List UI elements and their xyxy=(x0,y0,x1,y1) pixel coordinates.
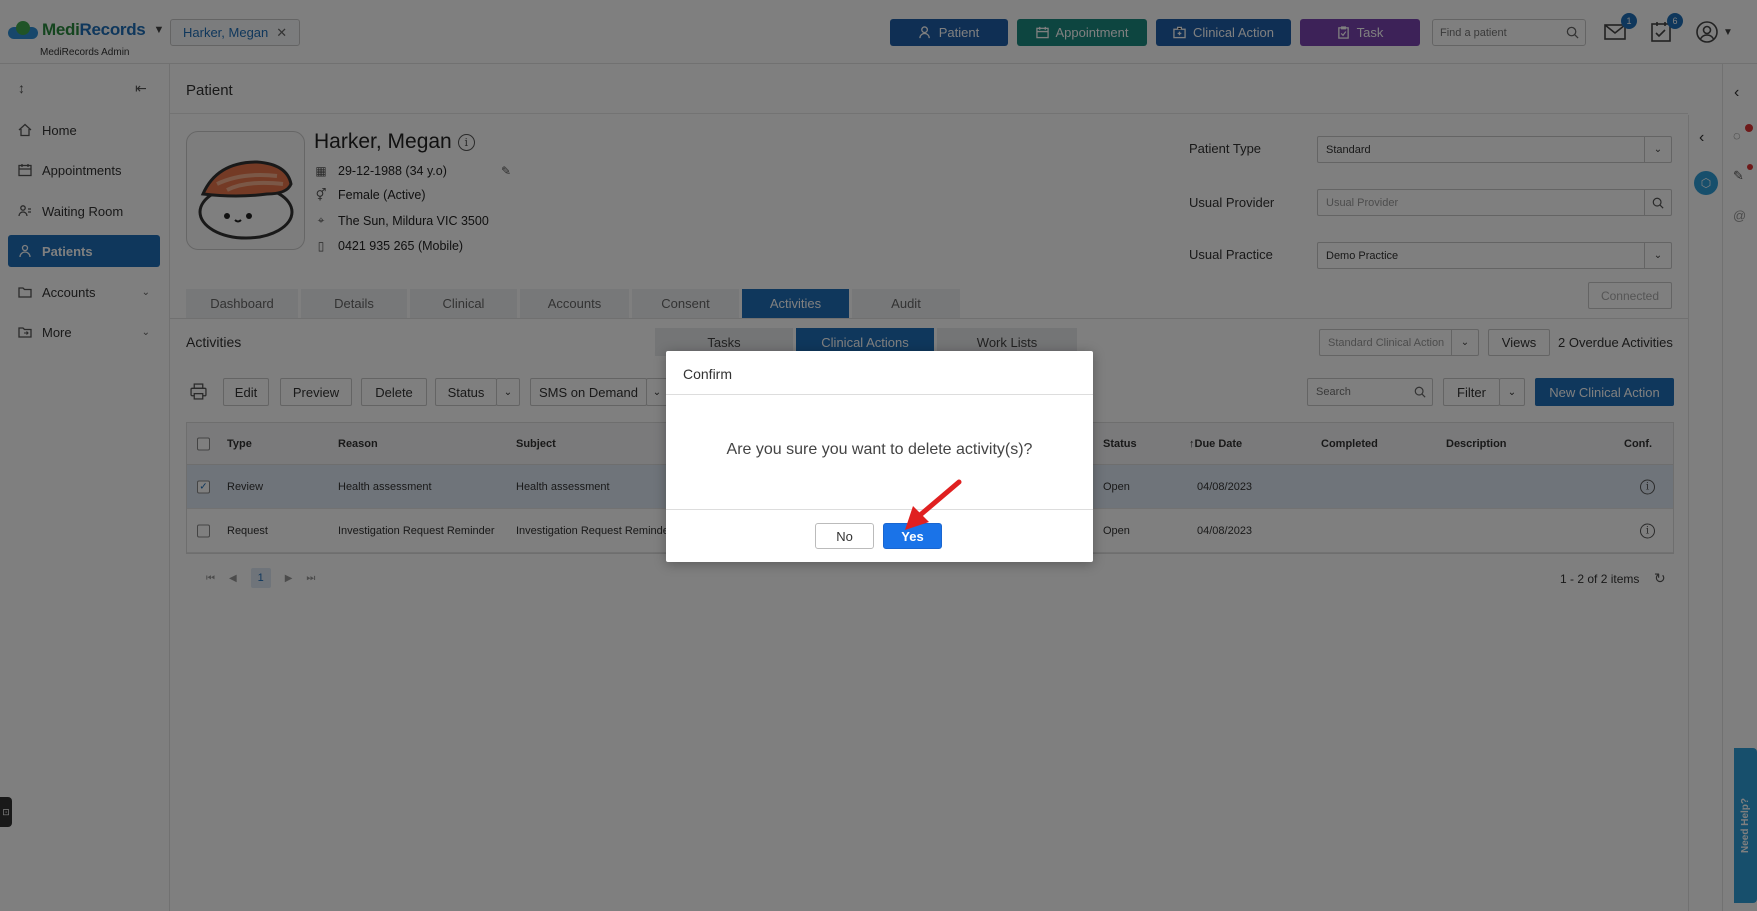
red-arrow-annotation-icon xyxy=(905,479,962,530)
no-button[interactable]: No xyxy=(815,523,874,549)
dialog-title: Confirm xyxy=(683,366,733,382)
dialog-message: Are you sure you want to delete activity… xyxy=(726,441,1033,458)
confirm-dialog: Confirm Are you sure you want to delete … xyxy=(666,351,1093,562)
divider xyxy=(666,509,1093,510)
divider xyxy=(666,394,1093,395)
